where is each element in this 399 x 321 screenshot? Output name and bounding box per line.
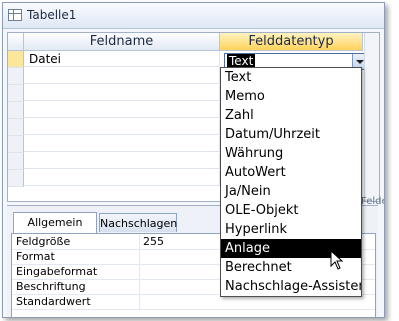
row-selector-current[interactable]: [8, 51, 24, 68]
property-name: Format: [16, 250, 55, 263]
property-name: Feldgröße: [16, 235, 71, 248]
row-selector[interactable]: [8, 119, 24, 136]
row-selector[interactable]: [8, 68, 24, 85]
field-properties-label-partial: Felde: [361, 196, 385, 207]
row-selector[interactable]: [8, 85, 24, 102]
fieldname-cell-empty[interactable]: [24, 153, 220, 169]
row-selector[interactable]: [8, 170, 24, 187]
select-all-corner[interactable]: [8, 33, 24, 51]
dropdown-item-autonumber[interactable]: AutoWert: [221, 163, 361, 182]
table-icon: [8, 9, 22, 21]
row-selector[interactable]: [8, 136, 24, 153]
column-header-datatype[interactable]: Felddatentyp: [220, 33, 363, 51]
fieldname-cell-empty[interactable]: [24, 85, 220, 101]
dropdown-item-datetime[interactable]: Datum/Uhrzeit: [221, 125, 361, 144]
dropdown-item-text[interactable]: Text: [221, 68, 361, 87]
dropdown-item-ole-object[interactable]: OLE-Objekt: [221, 201, 361, 220]
window-title: Tabelle1: [27, 8, 77, 22]
fieldname-cell-empty[interactable]: [24, 68, 220, 84]
fieldname-cell-empty[interactable]: [24, 170, 220, 186]
tab-lookup[interactable]: Nachschlagen: [99, 213, 177, 232]
dropdown-item-currency[interactable]: Währung: [221, 144, 361, 163]
dropdown-item-number[interactable]: Zahl: [221, 106, 361, 125]
dropdown-item-lookup-wizard[interactable]: Nachschlage-Assistent...: [221, 277, 361, 296]
property-name: Standardwert: [16, 295, 91, 308]
dropdown-item-hyperlink[interactable]: Hyperlink: [221, 220, 361, 239]
fieldname-cell-empty[interactable]: [24, 119, 220, 135]
dropdown-item-memo[interactable]: Memo: [221, 87, 361, 106]
window-titlebar: Tabelle1: [3, 3, 384, 29]
fieldname-cell[interactable]: Datei: [24, 51, 220, 67]
tab-general[interactable]: Allgemein: [13, 212, 97, 233]
row-selector[interactable]: [8, 102, 24, 119]
fieldname-cell-empty[interactable]: [24, 102, 220, 118]
row-selector[interactable]: [8, 153, 24, 170]
property-value[interactable]: [139, 295, 375, 309]
dropdown-item-yesno[interactable]: Ja/Nein: [221, 182, 361, 201]
fieldname-cell-empty[interactable]: [24, 136, 220, 152]
property-row[interactable]: Standardwert: [12, 295, 375, 310]
grid-vertical-scrollbar[interactable]: [364, 33, 379, 201]
property-name: Eingabeformat: [16, 265, 98, 278]
property-name: Beschriftung: [16, 280, 86, 293]
mouse-pointer-icon: [330, 250, 344, 270]
column-header-fieldname[interactable]: Feldname: [24, 33, 220, 51]
